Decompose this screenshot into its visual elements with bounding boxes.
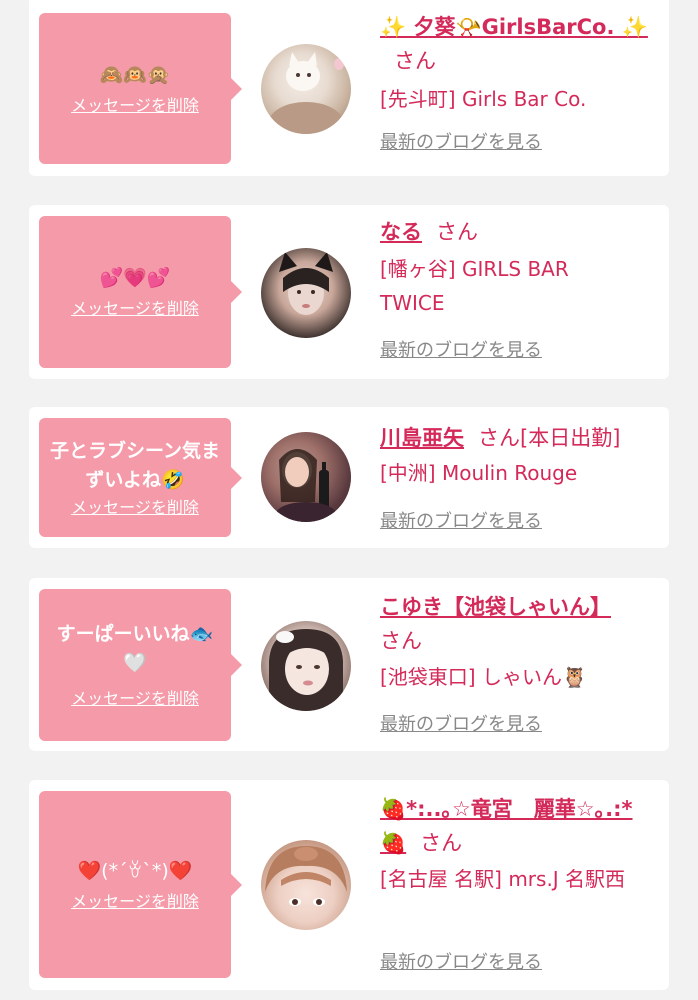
- shop-name: [中洲] Moulin Rouge: [380, 461, 578, 485]
- avatar-photo: [261, 432, 351, 522]
- attendance-status: [本日出勤]: [520, 426, 621, 450]
- cast-name-link[interactable]: こゆき【池袋しゃいん】: [380, 595, 611, 619]
- delete-message-link[interactable]: メッセージを削除: [71, 95, 199, 117]
- cast-name-link[interactable]: なる: [380, 220, 422, 244]
- latest-blog-link[interactable]: 最新のブログを見る: [380, 509, 542, 535]
- cast-name-line: ✨ 夕葵📯GirlsBarCo. ✨ さん: [380, 10, 662, 78]
- honorific: さん: [394, 49, 436, 73]
- message-card: ❤️(*´ꈊ`*)❤️ メッセージを削除 🍓*:..｡☆竜宮 麗華☆｡.:*🍓 さ…: [29, 780, 669, 990]
- latest-blog-link[interactable]: 最新のブログを見る: [380, 950, 542, 976]
- avatar-photo: [265, 846, 347, 906]
- cast-name-line: こゆき【池袋しゃいん】 さん: [380, 590, 662, 658]
- honorific: さん: [380, 629, 422, 653]
- delete-message-link[interactable]: メッセージを削除: [71, 688, 199, 710]
- avatar[interactable]: [261, 621, 351, 711]
- cast-name-link[interactable]: 川島亜矢: [380, 426, 464, 450]
- message-text: 🙈🙉🙊: [99, 63, 171, 86]
- avatar[interactable]: [261, 44, 351, 134]
- avatar[interactable]: [261, 432, 351, 522]
- message-bubble: 子とラブシーン気まずいよね🤣 メッセージを削除: [39, 418, 242, 537]
- delete-message-link[interactable]: メッセージを削除: [71, 497, 199, 519]
- cast-info: ✨ 夕葵📯GirlsBarCo. ✨ さん [先斗町] Girls Bar Co.…: [380, 10, 662, 153]
- cast-info: 🍓*:..｡☆竜宮 麗華☆｡.:*🍓 さん [名古屋 名駅] mrs.J 名駅西 …: [380, 792, 662, 973]
- message-card: 子とラブシーン気まずいよね🤣 メッセージを削除 川島亜矢 さん[本日出勤] [中洲…: [29, 407, 669, 548]
- message-bubble: 💕💗💕 メッセージを削除: [39, 216, 242, 368]
- message-card: すーぱーいいね🐟🤍 メッセージを削除 こゆき【池袋しゃいん】 さん [池袋東口] …: [29, 578, 669, 751]
- cast-info: なる さん [幡ヶ谷] GIRLS BAR TWICE 最新のブログを見る: [380, 215, 662, 361]
- cast-name-link[interactable]: ✨ 夕葵📯GirlsBarCo. ✨: [380, 15, 648, 39]
- delete-message-link[interactable]: メッセージを削除: [71, 891, 199, 913]
- avatar-photo: [279, 252, 333, 315]
- cast-name-link[interactable]: 🍓*:..｡☆竜宮 麗華☆｡.:*🍓: [380, 797, 633, 855]
- latest-blog-link[interactable]: 最新のブログを見る: [380, 712, 542, 738]
- message-text: 子とラブシーン気まずいよね🤣: [49, 439, 221, 491]
- message-text: 💕💗💕: [99, 267, 171, 289]
- honorific: さん: [478, 426, 520, 450]
- avatar[interactable]: [261, 840, 351, 930]
- shop-name: [先斗町] Girls Bar Co.: [380, 87, 587, 111]
- delete-message-link[interactable]: メッセージを削除: [71, 298, 199, 320]
- cast-info: 川島亜矢 さん[本日出勤] [中洲] Moulin Rouge 最新のブログを見る: [380, 421, 662, 532]
- cast-name-line: なる さん: [380, 215, 662, 249]
- cast-name-line: 🍓*:..｡☆竜宮 麗華☆｡.:*🍓 さん: [380, 792, 650, 860]
- message-bubble: 🙈🙉🙊 メッセージを削除: [39, 13, 242, 164]
- cast-info: こゆき【池袋しゃいん】 さん [池袋東口] しゃいん🦉 最新のブログを見る: [380, 590, 662, 735]
- message-text: ❤️(*´ꈊ`*)❤️: [77, 859, 193, 882]
- latest-blog-link[interactable]: 最新のブログを見る: [380, 130, 542, 156]
- honorific: さん: [436, 220, 478, 244]
- message-card: 🙈🙉🙊 メッセージを削除 ✨ 夕葵📯GirlsBarCo. ✨ さん [先斗町] …: [29, 0, 669, 176]
- shop-name: [幡ヶ谷] GIRLS BAR TWICE: [380, 257, 569, 315]
- avatar-photo: [269, 629, 343, 711]
- message-bubble: すーぱーいいね🐟🤍 メッセージを削除: [39, 589, 242, 741]
- latest-blog-link[interactable]: 最新のブログを見る: [380, 338, 542, 364]
- message-bubble: ❤️(*´ꈊ`*)❤️ メッセージを削除: [39, 791, 242, 978]
- avatar[interactable]: [261, 248, 351, 338]
- message-text: すーぱーいいね🐟🤍: [56, 623, 214, 674]
- shop-name: [池袋東口] しゃいん🦉: [380, 665, 587, 689]
- message-card: 💕💗💕 メッセージを削除 なる さん [幡ヶ谷] GIRLS BAR TWICE …: [29, 205, 669, 379]
- honorific: さん: [420, 831, 463, 855]
- avatar-photo: [268, 52, 344, 134]
- cast-name-line: 川島亜矢 さん[本日出勤]: [380, 421, 662, 455]
- shop-name: [名古屋 名駅] mrs.J 名駅西: [380, 867, 626, 891]
